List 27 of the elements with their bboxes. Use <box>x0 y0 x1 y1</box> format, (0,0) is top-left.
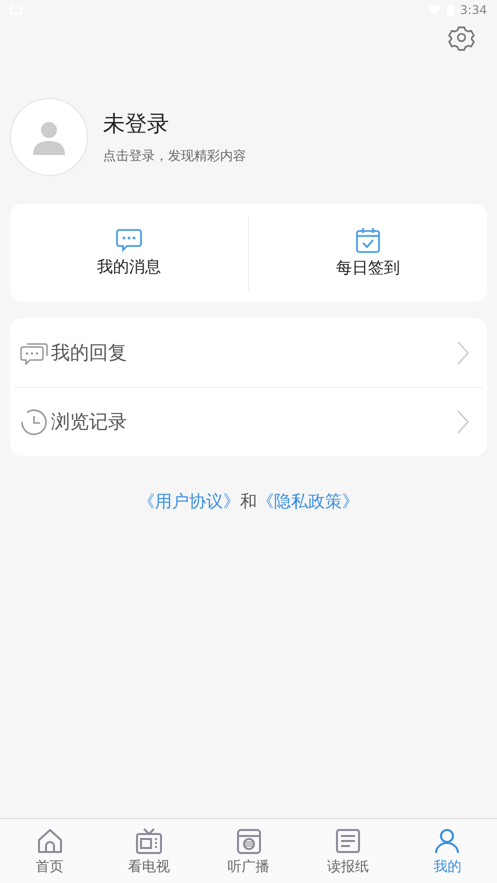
agreement-link[interactable]: 《用户协议》 <box>138 490 240 513</box>
nav-tab[interactable]: 我的 <box>398 819 497 883</box>
person-icon <box>433 826 462 854</box>
chevron-right-icon <box>457 410 469 434</box>
agreement-text: 和 <box>240 491 257 513</box>
login-status[interactable]: 未登录 <box>103 109 246 139</box>
home-icon <box>36 826 64 854</box>
agreement-link[interactable]: 《隐私政策》 <box>257 490 359 513</box>
nav-tab[interactable]: 听广播 <box>198 819 298 883</box>
login-hint: 点击登录，发现精彩内容 <box>103 148 246 165</box>
chevron-right-icon <box>457 340 469 364</box>
menu-item[interactable]: 浏览记录 <box>14 387 483 456</box>
quick-action-button[interactable]: 我的消息 <box>10 220 248 286</box>
nav-tab[interactable]: 看电视 <box>99 819 199 883</box>
radio-icon <box>234 826 263 854</box>
settings-icon[interactable] <box>448 24 475 51</box>
history-icon <box>20 408 48 436</box>
tv-icon <box>135 826 164 854</box>
newspaper-icon <box>334 826 362 854</box>
chat-bubbles-icon <box>20 340 48 364</box>
nav-tab[interactable]: 首页 <box>0 819 100 883</box>
quick-action-button[interactable]: 每日签到 <box>249 219 487 287</box>
chat-icon <box>116 228 142 252</box>
menu-item[interactable]: 我的回复 <box>14 318 483 387</box>
calendar-check-icon <box>356 227 380 253</box>
nav-tab[interactable]: 读报纸 <box>298 819 398 883</box>
status-time: 3:34 <box>460 3 487 17</box>
